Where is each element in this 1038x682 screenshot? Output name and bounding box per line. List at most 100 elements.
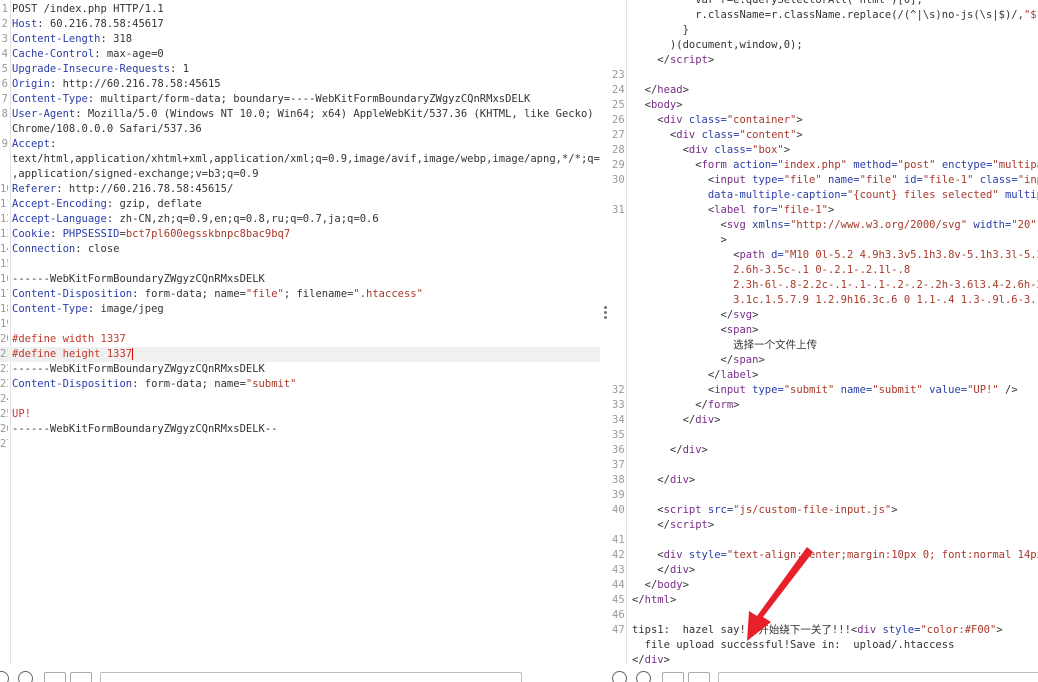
code-token: text/html,application/xhtml+xml,applicat… bbox=[12, 153, 600, 165]
code-line[interactable]: 33 </form> bbox=[612, 398, 1038, 413]
code-line[interactable]: </script> bbox=[612, 518, 1038, 533]
code-token: > bbox=[701, 444, 708, 456]
line-number: 38 bbox=[612, 474, 624, 486]
code-line[interactable]: </div> bbox=[612, 653, 1038, 668]
code-line[interactable]: 38 </div> bbox=[612, 473, 1038, 488]
code-line[interactable]: <path d="M10 0l-5.2 4.9h3.3v5.1h3.8v-5.1… bbox=[612, 248, 1038, 263]
code-line[interactable]: data-multiple-caption="{count} files sel… bbox=[612, 188, 1038, 203]
code-token: > bbox=[676, 99, 683, 111]
code-line[interactable]: 选择一个文件上传 bbox=[612, 338, 1038, 353]
code-line[interactable]: 46 bbox=[612, 608, 1038, 623]
code-line[interactable]: ,application/signed-exchange;v=b3;q=0.9 bbox=[0, 167, 600, 182]
settings-icon[interactable] bbox=[18, 671, 33, 682]
code-line[interactable]: <svg xmlns="http://www.w3.org/2000/svg" … bbox=[612, 218, 1038, 233]
code-line[interactable]: </script> bbox=[612, 53, 1038, 68]
code-line[interactable]: 34 </div> bbox=[612, 413, 1038, 428]
code-line[interactable]: 21 #define height 1337 bbox=[0, 347, 600, 362]
code-line[interactable]: 45 </html> bbox=[612, 593, 1038, 608]
code-line[interactable]: 8 User-Agent: Mozilla/5.0 (Windows NT 10.… bbox=[0, 107, 600, 122]
code-line[interactable]: 27 <div class="content"> bbox=[612, 128, 1038, 143]
code-line[interactable]: > bbox=[612, 233, 1038, 248]
code-line[interactable]: )(document,window,0); bbox=[612, 38, 1038, 53]
code-line[interactable]: 29 <form action="index.php" method="post… bbox=[612, 158, 1038, 173]
next-button[interactable] bbox=[688, 672, 710, 682]
code-line[interactable]: </label> bbox=[612, 368, 1038, 383]
code-token: ------WebKitFormBoundaryZWgyzCQnRMxsDELK bbox=[12, 363, 265, 375]
code-line[interactable]: 39 bbox=[612, 488, 1038, 503]
search-input[interactable] bbox=[100, 672, 522, 682]
code-line[interactable]: Chrome/108.0.0.0 Safari/537.36 bbox=[0, 122, 600, 137]
code-line[interactable]: 14 Connection: close bbox=[0, 242, 600, 257]
code-line[interactable]: 31 <label for="file-1"> bbox=[612, 203, 1038, 218]
code-line[interactable]: 35 bbox=[612, 428, 1038, 443]
search-input[interactable] bbox=[718, 672, 1038, 682]
code-token: : Mozilla/5.0 (Windows NT 10.0; Win64; x… bbox=[75, 108, 594, 120]
code-line[interactable]: 41 bbox=[612, 533, 1038, 548]
code-line[interactable]: <span> bbox=[612, 323, 1038, 338]
code-line[interactable]: 7 Content-Type: multipart/form-data; boun… bbox=[0, 92, 600, 107]
code-line[interactable]: 3 Content-Length: 318 bbox=[0, 32, 600, 47]
code-line[interactable]: 40 <script src="js/custom-file-input.js"… bbox=[612, 503, 1038, 518]
code-line[interactable]: 5 Upgrade-Insecure-Requests: 1 bbox=[0, 62, 600, 77]
code-line[interactable]: 2.3h-6l-.8-2.2c-.1-.1-.1-.2-.2-.2h-3.6l3… bbox=[612, 278, 1038, 293]
code-line[interactable]: 42 <div style="text-align:center;margin:… bbox=[612, 548, 1038, 563]
code-line[interactable]: 47 tips1: hazel say!! 开始绕下一关了!!!<div styl… bbox=[612, 623, 1038, 638]
settings-icon[interactable] bbox=[636, 671, 651, 682]
code-line[interactable]: text/html,application/xhtml+xml,applicat… bbox=[0, 152, 600, 167]
code-line[interactable]: 1 POST /index.php HTTP/1.1 bbox=[0, 2, 600, 17]
prev-button[interactable] bbox=[44, 672, 66, 682]
code-line[interactable]: 9 Accept: bbox=[0, 137, 600, 152]
code-line[interactable]: 11 Accept-Encoding: gzip, deflate bbox=[0, 197, 600, 212]
code-line[interactable]: } bbox=[612, 23, 1038, 38]
code-line[interactable]: 2 Host: 60.216.78.58:45617 bbox=[0, 17, 600, 32]
code-line[interactable]: 12 Accept-Language: zh-CN,zh;q=0.9,en;q=0… bbox=[0, 212, 600, 227]
code-line[interactable]: </span> bbox=[612, 353, 1038, 368]
code-line[interactable]: 44 </body> bbox=[612, 578, 1038, 593]
code-line[interactable]: 23 Content-Disposition: form-data; name="… bbox=[0, 377, 600, 392]
code-line[interactable]: file upload successful!Save in: upload/.… bbox=[612, 638, 1038, 653]
line-number: 25 bbox=[612, 99, 624, 111]
code-line[interactable]: 22 ------WebKitFormBoundaryZWgyzCQnRMxsDE… bbox=[0, 362, 600, 377]
code-line[interactable]: 18 Content-Type: image/jpeg bbox=[0, 302, 600, 317]
code-line[interactable]: 3.1c.1.5.7.9 1.2.9h16.3c.6 0 1.1-.4 1.3-… bbox=[612, 293, 1038, 308]
line-code: ,application/signed-exchange;v=b3;q=0.9 bbox=[12, 167, 259, 182]
code-line[interactable]: 37 bbox=[612, 458, 1038, 473]
next-button[interactable] bbox=[70, 672, 92, 682]
code-line[interactable]: 15 bbox=[0, 257, 600, 272]
code-line[interactable]: 43 </div> bbox=[612, 563, 1038, 578]
code-line[interactable]: 19 bbox=[0, 317, 600, 332]
code-line[interactable]: 24 </head> bbox=[612, 83, 1038, 98]
code-line[interactable]: 36 </div> bbox=[612, 443, 1038, 458]
code-line[interactable]: 4 Cache-Control: max-age=0 bbox=[0, 47, 600, 62]
code-line[interactable]: var r=e.querySelectorAll( html )[0]; bbox=[612, 0, 1038, 8]
code-line[interactable]: 6 Origin: http://60.216.78.58:45615 bbox=[0, 77, 600, 92]
code-token: > bbox=[688, 564, 696, 576]
code-line[interactable]: 30 <input type="file" name="file" id="fi… bbox=[612, 173, 1038, 188]
code-line[interactable]: 27 bbox=[0, 437, 600, 452]
code-line[interactable]: 32 <input type="submit" name="submit" va… bbox=[612, 383, 1038, 398]
code-line[interactable]: 20 #define width 1337 bbox=[0, 332, 600, 347]
code-line[interactable]: 16 ------WebKitFormBoundaryZWgyzCQnRMxsDE… bbox=[0, 272, 600, 287]
request-editor[interactable]: 1 POST /index.php HTTP/1.1 2 Host: 60.216.7… bbox=[0, 0, 600, 682]
code-line[interactable]: 28 <div class="box"> bbox=[612, 143, 1038, 158]
code-line[interactable]: 26 ------WebKitFormBoundaryZWgyzCQnRMxsDE… bbox=[0, 422, 600, 437]
help-icon[interactable] bbox=[0, 671, 9, 682]
code-line[interactable]: 24 bbox=[0, 392, 600, 407]
code-line[interactable]: 13 Cookie: PHPSESSID=bct7pl600egsskbnpc8b… bbox=[0, 227, 600, 242]
code-line[interactable]: 25 <body> bbox=[612, 98, 1038, 113]
pane-splitter[interactable] bbox=[600, 0, 612, 682]
code-token: PHPSESSID bbox=[62, 228, 120, 240]
code-token: span bbox=[726, 324, 753, 336]
response-viewer[interactable]: var r=e.querySelectorAll( html )[0]; r.c… bbox=[612, 0, 1038, 682]
code-line[interactable]: r.className=r.className.replace(/(^|\s)n… bbox=[612, 8, 1038, 23]
line-code: <input type="file" name="file" id="file-… bbox=[632, 173, 1038, 188]
code-line[interactable]: 2.6h-3.5c-.1 0-.2.1-.2.1l-.8 bbox=[612, 263, 1038, 278]
code-line[interactable]: </svg> bbox=[612, 308, 1038, 323]
help-icon[interactable] bbox=[612, 671, 627, 682]
code-line[interactable]: 17Content-Disposition: form-data; name="… bbox=[0, 287, 600, 302]
code-line[interactable]: 25 UP! bbox=[0, 407, 600, 422]
code-line[interactable]: 10 Referer: http://60.216.78.58:45615/ bbox=[0, 182, 600, 197]
prev-button[interactable] bbox=[662, 672, 684, 682]
code-line[interactable]: 23 bbox=[612, 68, 1038, 83]
code-line[interactable]: 26 <div class="container"> bbox=[612, 113, 1038, 128]
